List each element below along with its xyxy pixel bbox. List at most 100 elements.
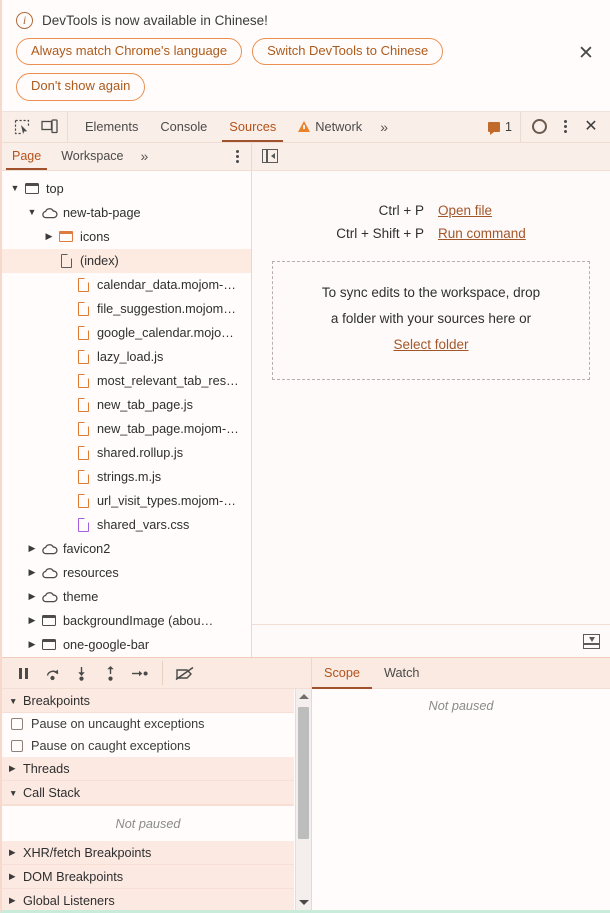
tree-item[interactable]: calendar_data.mojom-… bbox=[2, 273, 251, 297]
switch-devtools-to-chinese-button[interactable]: Switch DevTools to Chinese bbox=[252, 38, 444, 66]
tab-console-label: Console bbox=[160, 119, 208, 135]
tree-item-label: theme bbox=[63, 589, 99, 604]
tree-item[interactable]: url_visit_types.mojom-… bbox=[2, 489, 251, 513]
tab-elements[interactable]: Elements bbox=[74, 112, 149, 142]
tab-sources[interactable]: Sources bbox=[218, 112, 287, 142]
panel-tabs: Elements Console Sources Network » bbox=[68, 112, 482, 142]
language-notification-banner: i DevTools is now available in Chinese! … bbox=[2, 0, 610, 112]
pause-on-caught-exceptions-row[interactable]: Pause on caught exceptions bbox=[2, 735, 294, 757]
twisty-closed-icon[interactable] bbox=[25, 568, 39, 577]
debugger-sections-scroll[interactable]: ▼ Breakpoints Pause on uncaught exceptio… bbox=[2, 689, 311, 910]
tab-page[interactable]: Page bbox=[2, 143, 51, 170]
sources-main-area: top new-tab-page icons (index) calendar_data… bbox=[2, 170, 610, 657]
tree-item[interactable]: favicon2 bbox=[2, 537, 251, 561]
tree-item[interactable]: shared_vars.css bbox=[2, 513, 251, 537]
twisty-closed-icon[interactable] bbox=[25, 616, 39, 625]
cloud-icon bbox=[39, 543, 59, 554]
scroll-down-arrow-icon[interactable] bbox=[296, 895, 311, 910]
twisty-open-icon[interactable] bbox=[8, 184, 22, 193]
tree-item[interactable]: top bbox=[2, 177, 251, 201]
deactivate-breakpoints-icon[interactable] bbox=[162, 661, 198, 685]
tree-item-label: one-google-bar bbox=[63, 637, 150, 652]
more-tabs-chevron-icon[interactable]: » bbox=[373, 112, 393, 142]
tab-scope[interactable]: Scope bbox=[312, 658, 372, 689]
tab-network[interactable]: Network bbox=[287, 112, 373, 142]
pause-on-caught-exceptions-checkbox[interactable] bbox=[11, 740, 23, 752]
step-over-icon[interactable] bbox=[39, 661, 66, 685]
tree-item[interactable]: new_tab_page.mojom-… bbox=[2, 417, 251, 441]
step-into-icon[interactable] bbox=[68, 661, 95, 685]
tree-item[interactable]: new-tab-page bbox=[2, 201, 251, 225]
step-out-icon[interactable] bbox=[97, 661, 124, 685]
tree-item[interactable]: lazy_load.js bbox=[2, 345, 251, 369]
pause-script-execution-icon[interactable] bbox=[10, 661, 37, 685]
tree-item[interactable]: icons bbox=[2, 225, 251, 249]
open-file-link[interactable]: Open file bbox=[438, 203, 526, 218]
info-icon: i bbox=[16, 12, 33, 29]
dont-show-again-button[interactable]: Don't show again bbox=[16, 73, 146, 101]
workspace-dropzone[interactable]: To sync edits to the workspace, drop a f… bbox=[272, 260, 590, 380]
step-icon[interactable] bbox=[126, 661, 153, 685]
twisty-closed-icon[interactable] bbox=[42, 232, 56, 241]
folder-icon bbox=[56, 231, 76, 243]
tab-workspace[interactable]: Workspace bbox=[51, 143, 133, 170]
tree-item[interactable]: (index) bbox=[2, 248, 251, 273]
twisty-closed-icon: ▶ bbox=[9, 847, 16, 857]
pause-on-uncaught-exceptions-row[interactable]: Pause on uncaught exceptions bbox=[2, 713, 294, 735]
scroll-up-arrow-icon[interactable] bbox=[296, 689, 311, 704]
kebab-menu-icon[interactable] bbox=[553, 115, 577, 138]
file-navigator-tree[interactable]: top new-tab-page icons (index) calendar_data… bbox=[2, 170, 252, 657]
show-drawer-icon[interactable] bbox=[583, 633, 600, 649]
tree-item[interactable]: strings.m.js bbox=[2, 465, 251, 489]
scrollbar-thumb[interactable] bbox=[298, 707, 309, 839]
frame-icon bbox=[22, 183, 42, 195]
section-call-stack[interactable]: ▼ Call Stack bbox=[2, 781, 294, 805]
script-file-icon bbox=[73, 301, 93, 316]
section-xhr-fetch-breakpoints[interactable]: ▶ XHR/fetch Breakpoints bbox=[2, 841, 294, 865]
tree-item[interactable]: theme bbox=[2, 585, 251, 609]
navigator-kebab-menu-icon[interactable] bbox=[223, 143, 251, 170]
tree-item[interactable]: file_suggestion.mojom… bbox=[2, 297, 251, 321]
device-toolbar-icon[interactable] bbox=[37, 115, 61, 138]
twisty-closed-icon[interactable] bbox=[25, 544, 39, 553]
tab-watch[interactable]: Watch bbox=[372, 658, 432, 688]
warning-triangle-icon bbox=[298, 121, 311, 133]
script-file-icon bbox=[73, 349, 93, 364]
tree-item[interactable]: most_relevant_tab_res… bbox=[2, 369, 251, 393]
twisty-closed-icon: ▶ bbox=[9, 895, 16, 905]
main-toolbar: Elements Console Sources Network » 1 ✕ bbox=[2, 111, 610, 143]
section-dom-breakpoints[interactable]: ▶ DOM Breakpoints bbox=[2, 865, 294, 889]
close-icon[interactable]: ✕ bbox=[576, 44, 596, 64]
dropzone-line-1: To sync edits to the workspace, drop bbox=[321, 284, 541, 300]
show-navigator-icon[interactable] bbox=[262, 149, 278, 164]
tree-item-label: shared.rollup.js bbox=[97, 445, 184, 460]
twisty-open-icon: ▼ bbox=[9, 787, 18, 798]
section-global-listeners[interactable]: ▶ Global Listeners bbox=[2, 889, 294, 910]
inspect-element-icon[interactable] bbox=[10, 115, 34, 138]
run-command-link[interactable]: Run command bbox=[438, 226, 526, 241]
always-match-chrome-language-button[interactable]: Always match Chrome's language bbox=[16, 38, 243, 66]
issues-button[interactable]: 1 bbox=[482, 111, 521, 142]
tree-item[interactable]: resources bbox=[2, 561, 251, 585]
tree-item[interactable]: one-google-bar bbox=[2, 633, 251, 657]
twisty-open-icon[interactable] bbox=[25, 208, 39, 217]
twisty-closed-icon[interactable] bbox=[25, 592, 39, 601]
document-file-icon bbox=[56, 253, 76, 268]
section-threads[interactable]: ▶ Threads bbox=[2, 757, 294, 781]
pause-on-uncaught-exceptions-checkbox[interactable] bbox=[11, 718, 23, 730]
tree-item[interactable]: shared.rollup.js bbox=[2, 441, 251, 465]
gear-icon[interactable] bbox=[527, 115, 551, 138]
twisty-closed-icon[interactable] bbox=[25, 640, 39, 649]
tab-console[interactable]: Console bbox=[149, 112, 218, 142]
close-icon[interactable]: ✕ bbox=[579, 115, 603, 138]
navigator-more-chevron-icon[interactable]: » bbox=[134, 143, 154, 170]
debugger-scrollbar[interactable] bbox=[295, 689, 311, 910]
tree-item[interactable]: backgroundImage (abou… bbox=[2, 609, 251, 633]
select-folder-link[interactable]: Select folder bbox=[283, 332, 579, 358]
tab-network-label: Network bbox=[315, 119, 363, 135]
frame-icon bbox=[39, 615, 59, 627]
section-breakpoints[interactable]: ▼ Breakpoints bbox=[2, 689, 294, 713]
editor-footer bbox=[252, 624, 610, 657]
tree-item[interactable]: google_calendar.mojo… bbox=[2, 321, 251, 345]
tree-item[interactable]: new_tab_page.js bbox=[2, 393, 251, 417]
